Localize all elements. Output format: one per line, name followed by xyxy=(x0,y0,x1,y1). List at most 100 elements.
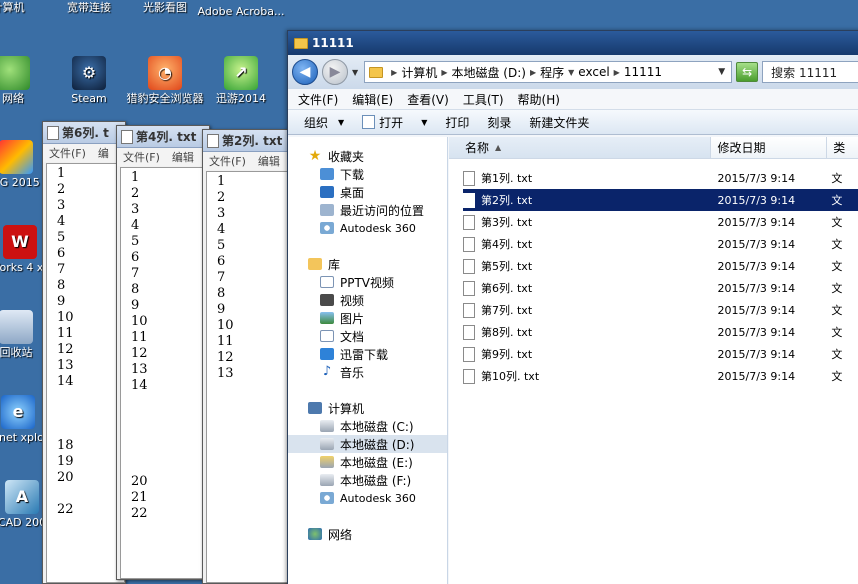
notepad-title-bar[interactable]: 第4列. txt xyxy=(117,126,209,148)
burn-button[interactable]: 刻录 xyxy=(487,114,511,131)
nav-documents[interactable]: 文档 xyxy=(288,327,447,345)
menu-edit[interactable]: 编辑 xyxy=(172,149,194,165)
notepad-text-area[interactable]: 1 2 3 4 5 6 7 8 9 10 11 12 13 xyxy=(206,171,291,583)
chevron-right-icon[interactable]: ▶ xyxy=(441,68,447,77)
notepad-text-area[interactable]: 1 2 3 4 5 6 7 8 9 10 11 12 13 14 18 19 2… xyxy=(46,163,125,583)
breadcrumb-program[interactable]: 程序 xyxy=(540,64,564,81)
column-header-row: 名称 ▲ 修改日期 类 xyxy=(449,137,858,159)
menu-file[interactable]: 文件(F) xyxy=(298,91,338,108)
file-type: 文 xyxy=(831,172,843,185)
notepad-title: 第2列. txt xyxy=(222,134,283,148)
menu-tools[interactable]: 工具(T) xyxy=(463,91,504,108)
file-type: 文 xyxy=(831,348,843,361)
notepad-title-bar[interactable]: 第6列. t xyxy=(43,122,125,144)
nav-label: 音乐 xyxy=(340,365,365,380)
nav-favorites[interactable]: ★ 收藏夹 xyxy=(288,147,447,165)
notepad-text-area[interactable]: 1 2 3 4 5 6 7 8 9 10 11 12 13 14 20 21 2… xyxy=(120,167,209,579)
menu-file[interactable]: 文件(F) xyxy=(49,145,86,161)
file-row[interactable]: 第8列. txt 2015/7/3 9:14 文 xyxy=(463,321,858,343)
menu-file[interactable]: 文件(F) xyxy=(123,149,160,165)
nav-libraries[interactable]: 库 xyxy=(288,255,447,273)
new-folder-button[interactable]: 新建文件夹 xyxy=(529,114,589,131)
breadcrumb-excel[interactable]: excel xyxy=(578,65,609,79)
forward-button[interactable]: ▶ xyxy=(322,59,348,85)
menu-edit[interactable]: 编辑 xyxy=(258,153,280,169)
address-dropdown-icon[interactable]: ▼ xyxy=(718,67,725,77)
open-button[interactable]: 打开 ▼ xyxy=(362,114,427,131)
menu-file[interactable]: 文件(F) xyxy=(209,153,246,169)
back-button[interactable]: ◀ xyxy=(292,59,318,85)
file-row[interactable]: 第3列. txt 2015/7/3 9:14 文 xyxy=(463,211,858,233)
notepad-title-bar[interactable]: 第2列. txt xyxy=(203,130,291,152)
nav-music[interactable]: ♪ 音乐 xyxy=(288,363,447,381)
nav-drive-e[interactable]: 本地磁盘 (E:) xyxy=(288,453,447,471)
chevron-right-icon[interactable]: ▶ xyxy=(530,68,536,77)
address-bar-row: ◀ ▶ ▼ ▶ 计算机 ▶ 本地磁盘 (D:) ▶ 程序 ▼ excel ▶ 1… xyxy=(288,55,858,89)
file-row[interactable]: 第5列. txt 2015/7/3 9:14 文 xyxy=(463,255,858,277)
nav-network[interactable]: 网络 xyxy=(288,525,447,543)
nav-pictures[interactable]: 图片 xyxy=(288,309,447,327)
notepad-window-col2[interactable]: 第2列. txt 文件(F) 编辑 1 2 3 4 5 6 7 8 9 10 1… xyxy=(202,129,292,584)
network-icon xyxy=(308,528,322,540)
nav-label: 最近访问的位置 xyxy=(340,203,425,218)
search-input[interactable]: 搜索 11111 xyxy=(762,61,858,83)
nav-drive-f[interactable]: 本地磁盘 (F:) xyxy=(288,471,447,489)
file-type: 文 xyxy=(831,326,843,339)
nav-drive-d[interactable]: 本地磁盘 (D:) xyxy=(288,435,447,453)
nav-drive-c[interactable]: 本地磁盘 (C:) xyxy=(288,417,447,435)
file-row[interactable]: 第6列. txt 2015/7/3 9:14 文 xyxy=(463,277,858,299)
file-row[interactable]: 第1列. txt 2015/7/3 9:14 文 xyxy=(463,167,858,189)
file-name: 第6列. txt xyxy=(481,282,533,295)
column-header-name[interactable]: 名称 ▲ xyxy=(449,137,712,158)
notepad-icon xyxy=(121,129,133,144)
menu-edit[interactable]: 编辑(E) xyxy=(352,91,393,108)
column-header-date[interactable]: 修改日期 xyxy=(711,137,828,158)
chevron-right-icon[interactable]: ▼ xyxy=(568,68,574,77)
chevron-right-icon[interactable]: ▶ xyxy=(614,68,620,77)
desktop-icon-xunyou[interactable]: ↗ 迅游2014 xyxy=(195,56,287,105)
vg-icon xyxy=(0,140,33,174)
explorer-title-bar[interactable]: 11111 xyxy=(288,31,858,55)
file-row[interactable]: 第4列. txt 2015/7/3 9:14 文 xyxy=(463,233,858,255)
nav-autodesk-360-drive[interactable]: Autodesk 360 xyxy=(288,489,447,507)
print-button[interactable]: 打印 xyxy=(445,114,469,131)
refresh-button[interactable]: ⇆ xyxy=(736,62,759,82)
nav-desktop[interactable]: 桌面 xyxy=(288,183,447,201)
address-bar[interactable]: ▶ 计算机 ▶ 本地磁盘 (D:) ▶ 程序 ▼ excel ▶ 11111 ▼ xyxy=(364,61,733,83)
text-file-icon xyxy=(463,236,475,252)
nav-downloads[interactable]: 下载 xyxy=(288,165,447,183)
nav-label: 文档 xyxy=(340,329,365,344)
menu-view[interactable]: 查看(V) xyxy=(407,91,449,108)
nav-autodesk-360[interactable]: Autodesk 360 xyxy=(288,219,447,237)
column-header-type[interactable]: 类 xyxy=(827,137,858,158)
file-row[interactable]: 第9列. txt 2015/7/3 9:14 文 xyxy=(463,343,858,365)
history-dropdown-icon[interactable]: ▼ xyxy=(352,68,358,77)
file-row[interactable]: 第7列. txt 2015/7/3 9:14 文 xyxy=(463,299,858,321)
file-row[interactable]: 第10列. txt 2015/7/3 9:14 文 xyxy=(463,365,858,387)
nav-computer[interactable]: 计算机 xyxy=(288,399,447,417)
chevron-right-icon[interactable]: ▶ xyxy=(391,68,397,77)
solidworks-icon: W xyxy=(3,225,37,259)
breadcrumb-drive-d[interactable]: 本地磁盘 (D:) xyxy=(451,64,525,81)
menu-edit[interactable]: 编 xyxy=(98,145,109,161)
organize-button[interactable]: 组织 ▼ xyxy=(304,114,344,131)
notepad-window-col4[interactable]: 第4列. txt 文件(F) 编辑 1 2 3 4 5 6 7 8 9 10 1… xyxy=(116,125,210,580)
menu-help[interactable]: 帮助(H) xyxy=(518,91,560,108)
breadcrumb-current[interactable]: 11111 xyxy=(624,65,662,79)
file-list-pane: 名称 ▲ 修改日期 类 第1列. txt 2015/7/3 9:14 文 第2列… xyxy=(449,137,858,584)
explorer-window[interactable]: 11111 ◀ ▶ ▼ ▶ 计算机 ▶ 本地磁盘 (D:) ▶ 程序 ▼ exc… xyxy=(287,30,858,584)
desktop-icon-adobe[interactable]: Adobe Acroba... xyxy=(195,6,287,18)
nav-recent[interactable]: 最近访问的位置 xyxy=(288,201,447,219)
text-file-icon xyxy=(463,280,475,296)
file-date: 2015/7/3 9:14 xyxy=(717,369,796,383)
nav-thunder-downloads[interactable]: 迅雷下载 xyxy=(288,345,447,363)
star-icon: ★ xyxy=(308,148,322,164)
chevron-down-icon: ▼ xyxy=(421,117,428,127)
file-row-selected[interactable]: 第2列. txt 2015/7/3 9:14 文 xyxy=(463,189,858,211)
notepad-window-col6[interactable]: 第6列. t 文件(F) 编 1 2 3 4 5 6 7 8 9 10 11 1… xyxy=(42,121,126,584)
nav-videos[interactable]: 视频 xyxy=(288,291,447,309)
breadcrumb-computer[interactable]: 计算机 xyxy=(401,64,437,81)
notepad-title: 第6列. t xyxy=(62,126,109,140)
hard-drive-icon xyxy=(320,474,334,486)
nav-pptv[interactable]: PPTV视频 xyxy=(288,273,447,291)
